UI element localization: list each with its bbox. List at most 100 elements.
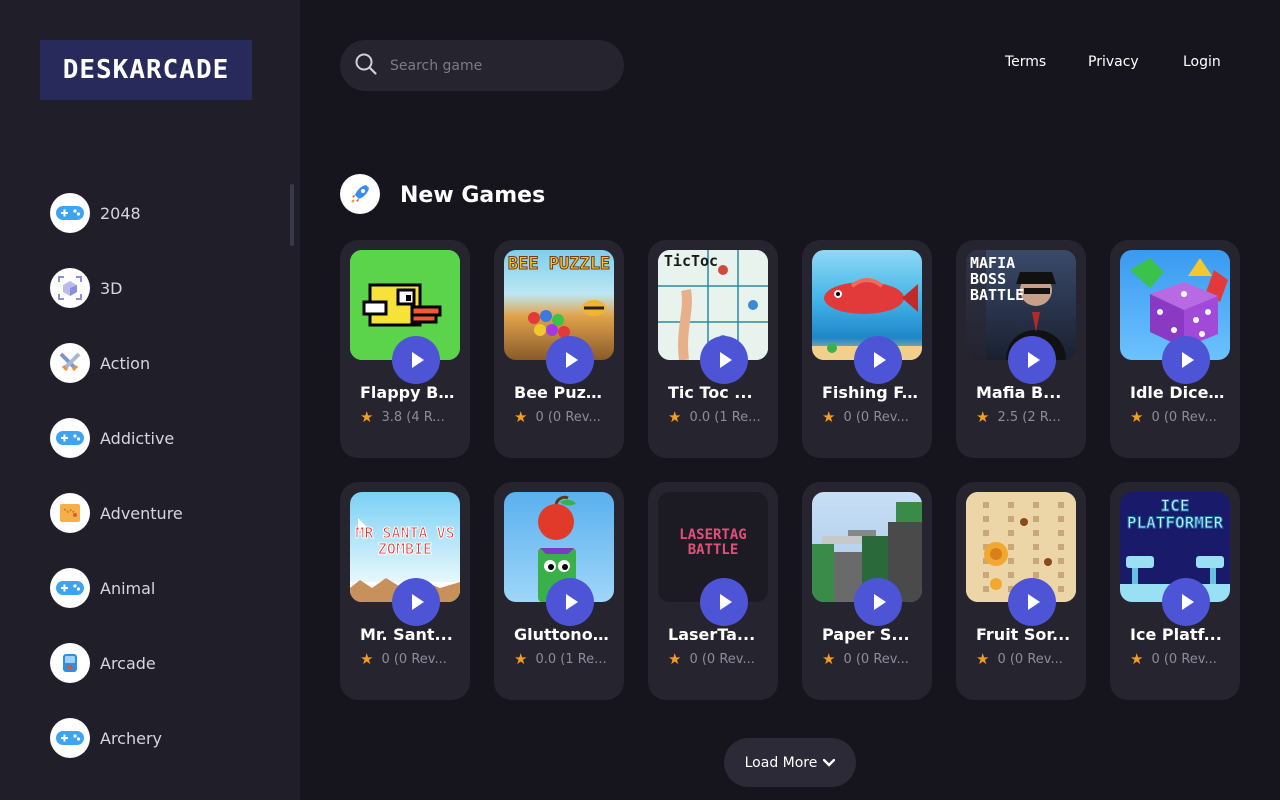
thumbnail-title: LASERTAG BATTLE xyxy=(679,527,747,558)
game-card[interactable]: Fishing F... ★ 0 (0 Rev... xyxy=(802,240,932,458)
rating-text: 0 (0 Rev... xyxy=(381,651,447,667)
game-title: Bee Puzz... xyxy=(514,383,610,402)
game-card[interactable]: BEE PUZZLE Bee Puzz... ★ 0 (0 Rev... xyxy=(494,240,624,458)
nav-terms-link[interactable]: Terms xyxy=(1005,54,1046,70)
star-icon: ★ xyxy=(514,650,528,668)
sidebar-item-label: 3D xyxy=(100,278,123,298)
star-icon: ★ xyxy=(668,650,682,668)
star-icon: ★ xyxy=(1130,408,1144,426)
thumbnail-title: MAFIA BOSS BATTLE xyxy=(970,254,1025,304)
sidebar-item-adventure[interactable]: Adventure xyxy=(50,493,183,533)
sidebar-item-label: Archery xyxy=(100,728,162,748)
section-title: New Games xyxy=(400,183,546,208)
game-title: Ice Platf... xyxy=(1130,625,1222,644)
load-more-button[interactable]: Load More xyxy=(724,738,856,787)
category-list: 2048 3D Action Addictive Adventure Anima… xyxy=(50,193,183,793)
nav-login-link[interactable]: Login xyxy=(1183,54,1221,70)
play-button[interactable] xyxy=(1008,578,1056,626)
game-title: Gluttono... xyxy=(514,625,610,644)
play-button[interactable] xyxy=(854,578,902,626)
thumbnail-title: ICE PLATFORMER xyxy=(1126,496,1224,532)
game-card[interactable]: Gluttono... ★ 0.0 (1 Re... xyxy=(494,482,624,700)
rating-text: 0 (0 Rev... xyxy=(843,409,909,425)
rating-text: 0 (0 Rev... xyxy=(689,651,755,667)
game-card[interactable]: Flappy B... ★ 3.8 (4 R... xyxy=(340,240,470,458)
rocket-icon xyxy=(340,174,380,214)
game-card[interactable]: MR SANTA VS ZOMBIE Mr. Sant... ★ 0 (0 Rev… xyxy=(340,482,470,700)
game-card[interactable]: Idle Dice... ★ 0 (0 Rev... xyxy=(1110,240,1240,458)
game-title: Fruit Sor... xyxy=(976,625,1071,644)
rating-text: 0.0 (1 Re... xyxy=(689,409,761,425)
game-rating: ★ 3.8 (4 R... xyxy=(360,408,456,426)
game-rating: ★ 2.5 (2 R... xyxy=(976,408,1072,426)
sidebar-item-label: 2048 xyxy=(100,203,141,223)
game-title: Mr. Sant... xyxy=(360,625,453,644)
site-logo[interactable]: DESKARCADE xyxy=(40,40,252,100)
sidebar-item-arcade[interactable]: Arcade xyxy=(50,643,183,683)
rating-text: 0 (0 Rev... xyxy=(1151,651,1217,667)
sidebar-item-2048[interactable]: 2048 xyxy=(50,193,183,233)
nav-privacy-link[interactable]: Privacy xyxy=(1088,54,1139,70)
game-card[interactable]: Paper S... ★ 0 (0 Rev... xyxy=(802,482,932,700)
game-card[interactable]: ICE PLATFORMER Ice Platf... ★ 0 (0 Rev... xyxy=(1110,482,1240,700)
sidebar-item-action[interactable]: Action xyxy=(50,343,183,383)
gamepad-icon xyxy=(50,568,90,608)
play-button[interactable] xyxy=(1008,336,1056,384)
star-icon: ★ xyxy=(668,408,682,426)
rating-text: 2.5 (2 R... xyxy=(997,409,1061,425)
game-rating: ★ 0 (0 Rev... xyxy=(668,650,764,668)
play-button[interactable] xyxy=(700,578,748,626)
sidebar-item-animal[interactable]: Animal xyxy=(50,568,183,608)
star-icon: ★ xyxy=(822,650,836,668)
rating-text: 0 (0 Rev... xyxy=(997,651,1063,667)
thumbnail-title: TicToc xyxy=(663,252,719,270)
search-input[interactable] xyxy=(390,57,590,74)
sidebar-item-label: Adventure xyxy=(100,503,183,523)
game-rating: ★ 0.0 (1 Re... xyxy=(514,650,610,668)
sidebar-item-3d[interactable]: 3D xyxy=(50,268,183,308)
play-button[interactable] xyxy=(392,336,440,384)
play-button[interactable] xyxy=(700,336,748,384)
game-title: Paper S... xyxy=(822,625,910,644)
sidebar-item-addictive[interactable]: Addictive xyxy=(50,418,183,458)
star-icon: ★ xyxy=(360,408,374,426)
sidebar-scrollbar[interactable] xyxy=(290,184,294,246)
game-card[interactable]: TicToc Tic Toc ... ★ 0.0 (1 Re... xyxy=(648,240,778,458)
game-rating: ★ 0 (0 Rev... xyxy=(1130,650,1226,668)
game-rating: ★ 0.0 (1 Re... xyxy=(668,408,764,426)
star-icon: ★ xyxy=(514,408,528,426)
play-button[interactable] xyxy=(1162,336,1210,384)
play-button[interactable] xyxy=(854,336,902,384)
search-bar[interactable] xyxy=(340,40,624,91)
star-icon: ★ xyxy=(1130,650,1144,668)
sidebar-item-label: Addictive xyxy=(100,428,175,448)
swords-icon xyxy=(50,343,90,383)
rating-text: 0.0 (1 Re... xyxy=(535,651,607,667)
play-button[interactable] xyxy=(1162,578,1210,626)
cube-icon xyxy=(50,268,90,308)
chevron-down-icon xyxy=(823,758,836,767)
game-title: Idle Dice... xyxy=(1130,383,1226,402)
game-title: Flappy B... xyxy=(360,383,456,402)
game-card[interactable]: LASERTAG BATTLE LaserTa... ★ 0 (0 Rev... xyxy=(648,482,778,700)
map-icon xyxy=(50,493,90,533)
rating-text: 0 (0 Rev... xyxy=(843,651,909,667)
game-card[interactable]: Fruit Sor... ★ 0 (0 Rev... xyxy=(956,482,1086,700)
play-button[interactable] xyxy=(546,336,594,384)
game-title: Tic Toc ... xyxy=(668,383,753,402)
sidebar-item-archery[interactable]: Archery xyxy=(50,718,183,758)
gamepad-icon xyxy=(50,718,90,758)
sidebar-item-label: Arcade xyxy=(100,653,156,673)
game-rating: ★ 0 (0 Rev... xyxy=(1130,408,1226,426)
sidebar-item-label: Action xyxy=(100,353,151,373)
play-button[interactable] xyxy=(392,578,440,626)
game-rating: ★ 0 (0 Rev... xyxy=(976,650,1072,668)
logo-text: DESKARCADE xyxy=(62,55,230,85)
game-rating: ★ 0 (0 Rev... xyxy=(360,650,456,668)
play-button[interactable] xyxy=(546,578,594,626)
game-rating: ★ 0 (0 Rev... xyxy=(514,408,610,426)
game-title: Fishing F... xyxy=(822,383,918,402)
search-icon[interactable] xyxy=(354,52,378,80)
gamepad-icon xyxy=(50,193,90,233)
game-card[interactable]: MAFIA BOSS BATTLE Mafia B... ★ 2.5 (2 R..… xyxy=(956,240,1086,458)
